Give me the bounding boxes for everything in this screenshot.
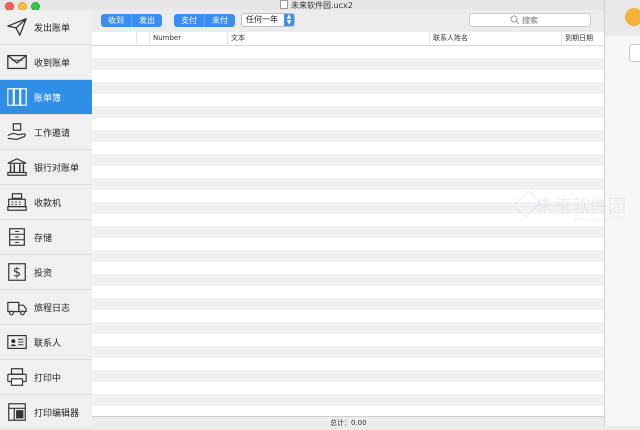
search-field[interactable]: [469, 13, 591, 27]
paid-filter-button[interactable]: 支付: [174, 14, 205, 27]
paper-plane-icon: [6, 16, 28, 38]
search-input[interactable]: [522, 14, 582, 26]
layout-icon: [6, 401, 28, 423]
watermark: 未来软件园 www.orsoon.com: [512, 186, 630, 236]
direction-segment: 收到 发出: [101, 14, 162, 27]
column-header-due-date[interactable]: 到期日期: [561, 32, 604, 45]
chevron-updown-icon: ▲ ▼: [284, 14, 294, 26]
column-header-text[interactable]: 文本: [227, 32, 429, 45]
unpaid-filter-button[interactable]: 未付: [205, 14, 235, 27]
bank-icon: [6, 156, 28, 178]
status-bar: 总计：0.00: [92, 416, 604, 427]
svg-text:$: $: [13, 266, 21, 281]
sidebar-item-storage[interactable]: 存储: [0, 220, 92, 255]
watermark-text: 未来软件园: [536, 196, 626, 217]
sidebar-item-contacts[interactable]: 联系人: [0, 325, 92, 360]
sidebar-item-ledger[interactable]: 账单簿: [0, 80, 92, 115]
column-header-number[interactable]: Number: [149, 32, 227, 45]
sidebar-item-job-invitations[interactable]: 工作邀请: [0, 115, 92, 150]
sidebar-item-print-editor[interactable]: 打印编辑器: [0, 395, 92, 430]
search-icon: [510, 15, 520, 25]
cash-register-icon: [6, 191, 28, 213]
sidebar-item-sent-invoices[interactable]: 发出账单: [0, 10, 92, 45]
dollar-icon: $: [6, 261, 28, 283]
sidebar-item-investments[interactable]: $ 投资: [0, 255, 92, 290]
sidebar-item-trip-log[interactable]: 旅程日志: [0, 290, 92, 325]
document-icon: [280, 0, 288, 9]
contact-card-icon: [6, 331, 28, 353]
column-header-contact-name[interactable]: 联系人姓名: [429, 32, 561, 45]
received-filter-button[interactable]: 收到: [101, 14, 132, 27]
truck-icon: [6, 296, 28, 318]
printer-icon: [6, 366, 28, 388]
table-header: Number 文本 联系人姓名 到期日期: [92, 32, 604, 46]
sidebar: 发出账单 收到账单 账单簿 工作邀请 银行对账单 收款机 存储 $ 投资 旅程日…: [0, 10, 93, 430]
envelope-icon: [6, 51, 28, 73]
sidebar-item-cash-register[interactable]: 收款机: [0, 185, 92, 220]
sent-filter-button[interactable]: 发出: [132, 14, 162, 27]
toolbar: 收到 发出 支付 未付 任何一年 ▲ ▼: [92, 10, 604, 32]
sidebar-item-printing[interactable]: 打印中: [0, 360, 92, 395]
period-select-value: 任何一年: [246, 15, 278, 24]
background-window-field[interactable]: [629, 44, 640, 62]
total-label: 总计：0.00: [330, 419, 367, 427]
period-select[interactable]: 任何一年 ▲ ▼: [241, 13, 295, 27]
cabinet-icon: [6, 226, 28, 248]
emoji-face-icon: [625, 8, 640, 26]
sidebar-item-received-invoices[interactable]: 收到账单: [0, 45, 92, 80]
binders-icon: [6, 86, 28, 108]
payment-segment: 支付 未付: [174, 14, 235, 27]
sidebar-item-bank-statements[interactable]: 银行对账单: [0, 150, 92, 185]
watermark-url: www.orsoon.com: [572, 216, 624, 223]
hand-box-icon: [6, 121, 28, 143]
